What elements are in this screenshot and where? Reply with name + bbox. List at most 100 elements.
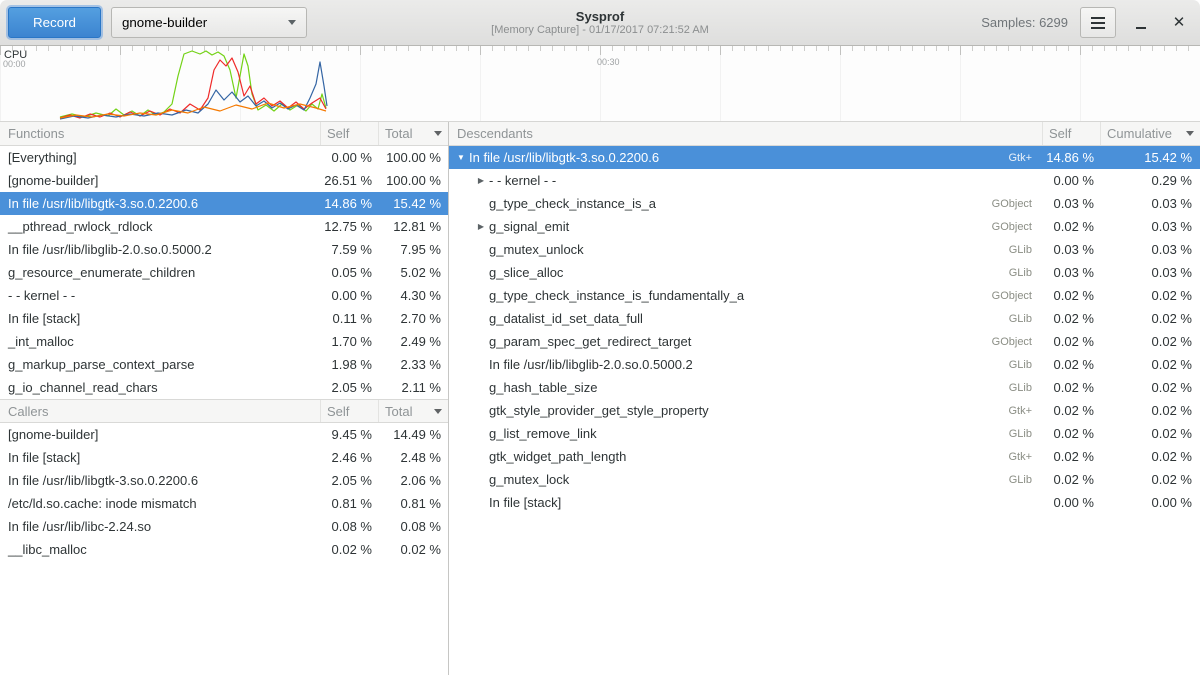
table-row[interactable]: In file [stack]0.00 %0.00 % <box>449 491 1200 514</box>
table-row[interactable]: g_list_remove_linkGLib0.02 %0.02 % <box>449 422 1200 445</box>
function-name: In file /usr/lib/libgtk-3.so.0.2200.6 <box>469 150 976 165</box>
descendants-table: ▼In file /usr/lib/libgtk-3.so.0.2200.6 Gt… <box>449 146 1200 514</box>
function-name: g_list_remove_link <box>489 426 976 441</box>
table-row[interactable]: g_type_check_instance_is_aGObject0.03 %0… <box>449 192 1200 215</box>
table-row[interactable]: In file [stack]0.11 %2.70 % <box>0 307 448 330</box>
self-percent: 9.45 % <box>320 427 378 442</box>
table-row[interactable]: gtk_style_provider_get_style_propertyGtk… <box>449 399 1200 422</box>
library-label: GObject <box>976 198 1042 210</box>
expander-closed-icon[interactable]: ▶ <box>473 222 489 231</box>
self-percent: 0.02 % <box>1042 380 1100 395</box>
column-header-functions[interactable]: Functions <box>0 122 320 145</box>
table-row[interactable]: g_param_spec_get_redirect_targetGObject0… <box>449 330 1200 353</box>
table-row[interactable]: g_io_channel_read_chars2.05 %2.11 % <box>0 376 448 399</box>
self-percent: 0.00 % <box>1042 495 1100 510</box>
cumulative-percent: 0.03 % <box>1100 196 1200 211</box>
total-percent: 100.00 % <box>378 150 448 165</box>
table-row[interactable]: In file /usr/lib/libgtk-3.so.0.2200.62.0… <box>0 469 448 492</box>
table-row[interactable]: [Everything]0.00 %100.00 % <box>0 146 448 169</box>
table-row[interactable]: g_mutex_lockGLib0.02 %0.02 % <box>449 468 1200 491</box>
cumulative-percent: 0.03 % <box>1100 265 1200 280</box>
capture-subtitle: [Memory Capture] - 01/17/2017 07:21:52 A… <box>491 24 709 37</box>
function-name: g_param_spec_get_redirect_target <box>489 334 976 349</box>
self-percent: 0.02 % <box>1042 219 1100 234</box>
target-selector-label: gnome-builder <box>122 15 207 30</box>
record-button[interactable]: Record <box>8 7 101 38</box>
cumulative-percent: 0.02 % <box>1100 334 1200 349</box>
table-row[interactable]: In file /usr/lib/libgtk-3.so.0.2200.614.… <box>0 192 448 215</box>
cumulative-percent: 0.02 % <box>1100 380 1200 395</box>
expander-closed-icon[interactable]: ▶ <box>473 176 489 185</box>
right-column: Descendants Self Cumulative ▼In file /us… <box>449 122 1200 675</box>
table-row[interactable]: g_markup_parse_context_parse1.98 %2.33 % <box>0 353 448 376</box>
table-row[interactable]: In file /usr/lib/libglib-2.0.so.0.5000.2… <box>449 353 1200 376</box>
table-row[interactable]: In file /usr/lib/libglib-2.0.so.0.5000.2… <box>0 238 448 261</box>
library-label: GLib <box>976 244 1042 256</box>
table-row[interactable]: In file /usr/lib/libc-2.24.so0.08 %0.08 … <box>0 515 448 538</box>
total-percent: 2.49 % <box>378 334 448 349</box>
function-name: - - kernel - - <box>0 288 320 303</box>
close-button[interactable]: ✕ <box>1166 10 1192 36</box>
table-row[interactable]: In file [stack]2.46 %2.48 % <box>0 446 448 469</box>
menu-button[interactable] <box>1080 7 1116 38</box>
table-row[interactable]: g_slice_allocGLib0.03 %0.03 % <box>449 261 1200 284</box>
self-percent: 0.00 % <box>320 288 378 303</box>
function-name: g_io_channel_read_chars <box>0 380 320 395</box>
self-percent: 2.46 % <box>320 450 378 465</box>
column-header-callers[interactable]: Callers <box>0 400 320 422</box>
function-name: g_slice_alloc <box>489 265 976 280</box>
column-header-descendants-cumulative[interactable]: Cumulative <box>1100 122 1200 145</box>
column-header-descendants[interactable]: Descendants <box>449 122 1042 145</box>
table-row[interactable]: gtk_widget_path_lengthGtk+0.02 %0.02 % <box>449 445 1200 468</box>
library-label: GObject <box>976 290 1042 302</box>
column-header-callers-self[interactable]: Self <box>320 400 378 422</box>
total-percent: 5.02 % <box>378 265 448 280</box>
table-row[interactable]: g_mutex_unlockGLib0.03 %0.03 % <box>449 238 1200 261</box>
chevron-down-icon <box>288 20 296 25</box>
table-row[interactable]: ▶- - kernel - -0.00 %0.29 % <box>449 169 1200 192</box>
table-row[interactable]: ▼In file /usr/lib/libgtk-3.so.0.2200.6Gt… <box>449 146 1200 169</box>
self-percent: 2.05 % <box>320 380 378 395</box>
column-header-callers-total[interactable]: Total <box>378 400 448 422</box>
library-label: GLib <box>976 359 1042 371</box>
close-icon: ✕ <box>1173 15 1186 30</box>
library-label: GLib <box>976 428 1042 440</box>
library-label: GLib <box>976 382 1042 394</box>
function-name: g_markup_parse_context_parse <box>0 357 320 372</box>
table-row[interactable]: [gnome-builder]26.51 %100.00 % <box>0 169 448 192</box>
column-header-functions-total[interactable]: Total <box>378 122 448 145</box>
table-row[interactable]: - - kernel - -0.00 %4.30 % <box>0 284 448 307</box>
library-label: Gtk+ <box>976 451 1042 463</box>
self-percent: 0.02 % <box>1042 334 1100 349</box>
target-selector-dropdown[interactable]: gnome-builder <box>111 7 307 38</box>
function-name: g_type_check_instance_is_a <box>489 196 976 211</box>
column-header-descendants-self[interactable]: Self <box>1042 122 1100 145</box>
cpu-graph[interactable]: CPU 00:00 00:30 <box>0 46 1200 122</box>
self-percent: 0.03 % <box>1042 265 1100 280</box>
minimize-button[interactable] <box>1128 10 1154 36</box>
table-row[interactable]: g_datalist_id_set_data_fullGLib0.02 %0.0… <box>449 307 1200 330</box>
total-percent: 100.00 % <box>378 173 448 188</box>
cumulative-percent: 0.02 % <box>1100 311 1200 326</box>
functions-header-row: Functions Self Total <box>0 122 448 146</box>
total-percent: 0.02 % <box>378 542 448 557</box>
table-row[interactable]: __pthread_rwlock_rdlock12.75 %12.81 % <box>0 215 448 238</box>
column-header-functions-self[interactable]: Self <box>320 122 378 145</box>
cumulative-percent: 0.02 % <box>1100 357 1200 372</box>
table-row[interactable]: g_resource_enumerate_children0.05 %5.02 … <box>0 261 448 284</box>
table-row[interactable]: [gnome-builder]9.45 %14.49 % <box>0 423 448 446</box>
table-row[interactable]: ▶g_signal_emitGObject0.02 %0.03 % <box>449 215 1200 238</box>
self-percent: 26.51 % <box>320 173 378 188</box>
function-name: gtk_style_provider_get_style_property <box>489 403 976 418</box>
cpu-red-line <box>60 58 326 118</box>
cumulative-percent: 0.02 % <box>1100 472 1200 487</box>
expander-open-icon[interactable]: ▼ <box>453 153 469 162</box>
table-row[interactable]: /etc/ld.so.cache: inode mismatch0.81 %0.… <box>0 492 448 515</box>
table-row[interactable]: g_type_check_instance_is_fundamentally_a… <box>449 284 1200 307</box>
table-row[interactable]: __libc_malloc0.02 %0.02 % <box>0 538 448 561</box>
total-percent: 15.42 % <box>378 196 448 211</box>
table-row[interactable]: _int_malloc1.70 %2.49 % <box>0 330 448 353</box>
table-row[interactable]: g_hash_table_sizeGLib0.02 %0.02 % <box>449 376 1200 399</box>
function-name: - - kernel - - <box>489 173 976 188</box>
self-percent: 0.02 % <box>1042 403 1100 418</box>
